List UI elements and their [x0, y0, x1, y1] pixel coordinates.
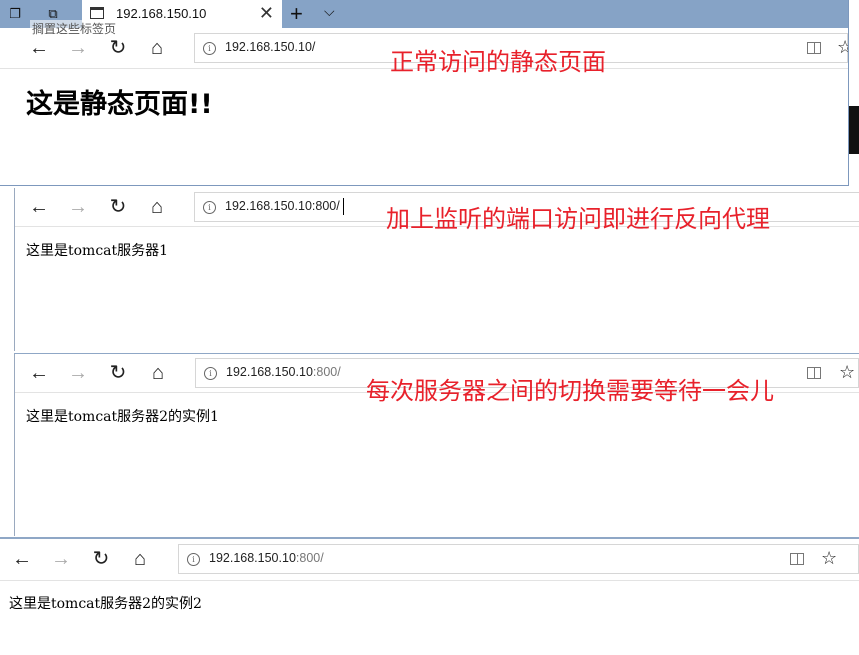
chevron-down-icon[interactable]: ⌵	[324, 3, 335, 20]
info-icon[interactable]: i	[203, 42, 216, 55]
annotation-2: 加上监听的端口访问即进行反向代理	[386, 205, 770, 233]
toolbar-divider	[0, 580, 859, 581]
page-icon	[90, 7, 104, 19]
home-icon[interactable]: ⌂	[125, 542, 155, 576]
page-text: 这里是tomcat服务器2的实例1	[26, 409, 219, 425]
page-heading: 这是静态页面!!	[26, 89, 213, 120]
browser-window-4: ← → ↻ ⌂ i 192.168.150.10:800/ ☆ 这里是tomca…	[0, 537, 859, 655]
tab-bar: ❐ ⧉ 192.168.150.10 ✕ + ⌵	[0, 0, 848, 28]
star-icon[interactable]: ☆	[839, 362, 855, 383]
tab-actions-icon[interactable]: ❐	[6, 5, 24, 23]
url-text: 192.168.150.10:800/	[209, 551, 324, 565]
home-icon[interactable]: ⌂	[142, 190, 172, 224]
back-icon[interactable]: ←	[24, 190, 54, 224]
url-text: 192.168.150.10:800/	[226, 365, 341, 379]
info-icon[interactable]: i	[204, 367, 217, 380]
tab-title: 192.168.150.10	[116, 6, 207, 21]
forward-icon[interactable]: →	[63, 31, 93, 65]
reading-view-icon[interactable]	[790, 553, 804, 565]
refresh-icon[interactable]: ↻	[103, 31, 133, 65]
browser-window-1: ❐ ⧉ 192.168.150.10 ✕ + ⌵ 搁置这些标签页 ← → ↻ ⌂…	[0, 0, 849, 186]
close-tab-icon[interactable]: ✕	[259, 3, 274, 24]
forward-icon[interactable]: →	[46, 542, 76, 576]
window-edge	[849, 106, 859, 154]
annotation-1: 正常访问的静态页面	[390, 48, 606, 76]
reading-view-icon[interactable]	[807, 42, 821, 54]
home-icon[interactable]: ⌂	[142, 31, 172, 65]
url-text: 192.168.150.10:800/	[225, 199, 340, 213]
info-icon[interactable]: i	[187, 553, 200, 566]
new-tab-icon[interactable]: +	[290, 1, 303, 27]
forward-icon[interactable]: →	[63, 356, 93, 390]
refresh-icon[interactable]: ↻	[86, 542, 116, 576]
back-icon[interactable]: ←	[7, 542, 37, 576]
back-icon[interactable]: ←	[24, 356, 54, 390]
info-icon[interactable]: i	[203, 201, 216, 214]
home-icon[interactable]: ⌂	[143, 356, 173, 390]
text-cursor	[343, 198, 344, 215]
page-text: 这里是tomcat服务器1	[26, 243, 169, 259]
refresh-icon[interactable]: ↻	[103, 190, 133, 224]
page-text: 这里是tomcat服务器2的实例2	[9, 596, 202, 612]
url-text: 192.168.150.10/	[225, 40, 316, 54]
refresh-icon[interactable]: ↻	[103, 356, 133, 390]
reading-view-icon[interactable]	[807, 367, 821, 379]
address-bar[interactable]: i 192.168.150.10:800/ ☆	[178, 544, 859, 574]
star-icon[interactable]: ☆	[821, 548, 837, 569]
back-icon[interactable]: ←	[24, 31, 54, 65]
star-icon[interactable]: ☆	[837, 37, 848, 58]
annotation-3: 每次服务器之间的切换需要等待一会儿	[366, 377, 774, 405]
nav-toolbar: ← → ↻ ⌂ i 192.168.150.10:800/ ☆	[0, 542, 859, 576]
forward-icon[interactable]: →	[63, 190, 93, 224]
